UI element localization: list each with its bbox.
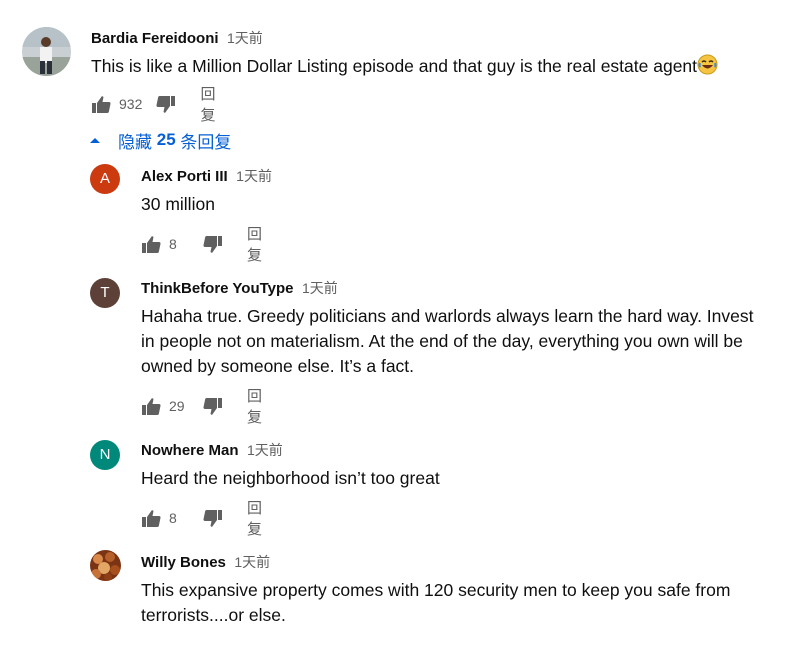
reply-button[interactable]: 回复 bbox=[247, 385, 268, 427]
thumb-down-icon[interactable] bbox=[203, 507, 223, 529]
like-count: 29 bbox=[169, 398, 185, 414]
author-line: Nowhere Man 1天前 bbox=[141, 440, 283, 460]
comment-text: This expansive property comes with 120 s… bbox=[141, 578, 730, 628]
hide-replies-button[interactable]: 隐藏 25 条回复 bbox=[88, 128, 231, 152]
author-name[interactable]: Bardia Fereidooni bbox=[91, 30, 219, 47]
avatar-photo bbox=[90, 550, 121, 581]
comment-actions: 8 回复 bbox=[141, 226, 266, 264]
thumb-down-icon[interactable] bbox=[203, 233, 223, 255]
comment-actions: 8 回复 bbox=[141, 500, 266, 538]
thumb-down-icon[interactable] bbox=[203, 395, 223, 417]
thumb-up-icon[interactable] bbox=[141, 507, 161, 529]
timestamp[interactable]: 1天前 bbox=[247, 442, 283, 458]
avatar-photo bbox=[22, 27, 71, 76]
avatar[interactable]: A bbox=[90, 164, 120, 194]
thumb-up-icon[interactable] bbox=[91, 93, 111, 115]
author-line: Willy Bones 1天前 bbox=[141, 552, 270, 572]
author-name[interactable]: Alex Porti III bbox=[141, 168, 228, 185]
avatar[interactable]: N bbox=[90, 440, 120, 470]
comment-text-line: owned by someone else. It’s a fact. bbox=[141, 356, 415, 376]
timestamp[interactable]: 1天前 bbox=[227, 30, 263, 46]
reply-count: 25 bbox=[156, 130, 176, 149]
hide-replies-suffix: 条回复 bbox=[180, 132, 232, 152]
thumb-up-icon[interactable] bbox=[141, 233, 161, 255]
comment-text-body: This is like a Million Dollar Listing ep… bbox=[91, 56, 698, 76]
comment-text-line: Heard the neighborhood isn’t too great bbox=[141, 468, 440, 488]
comment-actions: 29 回复 bbox=[141, 388, 268, 426]
comment-text-line: This expansive property comes with 120 s… bbox=[141, 580, 731, 600]
comment-actions: 932 回复 bbox=[91, 86, 224, 124]
hide-replies-prefix: 隐藏 bbox=[118, 132, 152, 152]
comment-text-line: in people not on materialism. At the end… bbox=[141, 331, 743, 351]
thumb-down-icon[interactable] bbox=[156, 93, 176, 115]
author-line: Bardia Fereidooni 1天前 bbox=[91, 28, 263, 48]
comment-text-line: 30 million bbox=[141, 194, 215, 214]
avatar[interactable]: T bbox=[90, 278, 120, 308]
comment-text-line: Hahaha true. Greedy politicians and warl… bbox=[141, 306, 754, 326]
timestamp[interactable]: 1天前 bbox=[302, 280, 338, 296]
author-name[interactable]: Nowhere Man bbox=[141, 442, 239, 459]
avatar[interactable] bbox=[22, 27, 71, 76]
author-line: ThinkBefore YouType 1天前 bbox=[141, 278, 338, 298]
like-count: 8 bbox=[169, 236, 177, 252]
avatar[interactable] bbox=[90, 550, 121, 581]
laughing-emoji-icon bbox=[697, 54, 718, 82]
thumb-up-icon[interactable] bbox=[141, 395, 161, 417]
comment-text: Hahaha true. Greedy politicians and warl… bbox=[141, 304, 754, 379]
author-line: Alex Porti III 1天前 bbox=[141, 166, 272, 186]
like-count: 932 bbox=[119, 96, 143, 112]
reply-button[interactable]: 回复 bbox=[201, 83, 225, 125]
author-name[interactable]: ThinkBefore YouType bbox=[141, 280, 294, 297]
author-name[interactable]: Willy Bones bbox=[141, 554, 226, 571]
comment-text: This is like a Million Dollar Listing ep… bbox=[91, 54, 718, 82]
comment-text: 30 million bbox=[141, 192, 215, 217]
timestamp[interactable]: 1天前 bbox=[236, 168, 272, 184]
caret-up-icon bbox=[88, 133, 102, 147]
like-count: 8 bbox=[169, 510, 177, 526]
reply-button[interactable]: 回复 bbox=[247, 223, 266, 265]
reply-button[interactable]: 回复 bbox=[247, 497, 266, 539]
comment-text: Heard the neighborhood isn’t too great bbox=[141, 466, 440, 491]
comment-text-line: terrorists....or else. bbox=[141, 605, 286, 625]
timestamp[interactable]: 1天前 bbox=[234, 554, 270, 570]
